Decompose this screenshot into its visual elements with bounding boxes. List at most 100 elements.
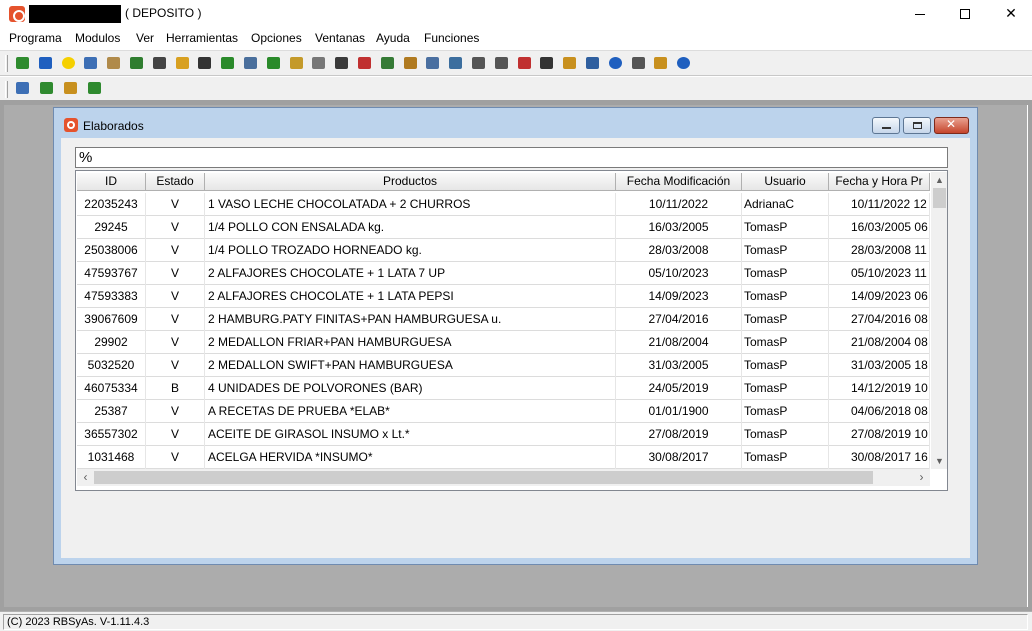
close-button[interactable]: ✕ — [988, 0, 1032, 29]
table-row[interactable]: 25038006 V 1/4 POLLO TROZADO HORNEADO kg. 2… — [77, 239, 930, 262]
app-icon[interactable] — [9, 6, 25, 22]
menu-ventanas[interactable]: Ventanas — [315, 31, 365, 45]
table-row[interactable]: 29245 V 1/4 POLLO CON ENSALADA kg. 16/03/20… — [77, 216, 930, 239]
chip-icon[interactable] — [37, 79, 55, 97]
child-minimize-button[interactable] — [872, 117, 900, 134]
list-icon[interactable] — [401, 54, 419, 72]
documents-icon[interactable] — [173, 54, 191, 72]
table-row[interactable]: 36557302 V ACEITE DE GIRASOL INSUMO x Lt.*… — [77, 423, 930, 446]
menu-opciones[interactable]: Opciones — [251, 31, 302, 45]
col-id-cell: 29902 — [77, 331, 146, 354]
notepad-icon[interactable] — [629, 54, 647, 72]
table-icon[interactable] — [537, 54, 555, 72]
clipboard-icon[interactable] — [309, 54, 327, 72]
cabinet-icon[interactable] — [104, 54, 122, 72]
calculator-icon[interactable] — [355, 54, 373, 72]
col-estado-cell: V — [146, 423, 205, 446]
col-fecha-modificacion-cell: 28/03/2008 — [616, 239, 742, 262]
col-usuario-cell: TomasP — [742, 262, 829, 285]
col-id-header[interactable]: ID — [77, 173, 146, 191]
table-icon-glyph — [540, 57, 554, 69]
dotted-grid-icon[interactable] — [492, 54, 510, 72]
menu-ver[interactable]: Ver — [136, 31, 154, 45]
basket-icon[interactable] — [287, 54, 305, 72]
status-text: (C) 2023 RBSyAs. V-1.11.4.3 — [3, 614, 1028, 630]
report-icon-glyph — [449, 57, 463, 69]
col-estado-cell: V — [146, 239, 205, 262]
col-fecha-hora-header[interactable]: Fecha y Hora Pr — [829, 173, 930, 191]
table-row[interactable]: 5032520 V 2 MEDALLON SWIFT+PAN HAMBURGUESA… — [77, 354, 930, 377]
col-fecha-modificacion-cell: 21/08/2004 — [616, 331, 742, 354]
notepad-icon-glyph — [631, 57, 645, 69]
form-icon[interactable] — [81, 54, 99, 72]
windows-icon[interactable] — [583, 54, 601, 72]
col-estado-cell: V — [146, 446, 205, 469]
runner-icon[interactable] — [36, 54, 54, 72]
grid-icon[interactable] — [195, 54, 213, 72]
package-icon[interactable] — [560, 54, 578, 72]
truck-icon[interactable] — [469, 54, 487, 72]
windows-icon-glyph — [586, 57, 599, 69]
horizontal-scrollbar[interactable]: ‹ › — [77, 469, 930, 486]
col-estado-cell: V — [146, 216, 205, 239]
shop-icon[interactable] — [332, 54, 350, 72]
info-icon[interactable] — [606, 54, 624, 72]
child-close-button[interactable]: ✕ — [934, 117, 969, 134]
table-row[interactable]: 22035243 V 1 VASO LECHE CHOCOLATADA + 2 CH… — [77, 193, 930, 216]
col-usuario-cell: AdrianaC — [742, 193, 829, 216]
menu-modulos[interactable]: Modulos — [75, 31, 120, 45]
col-usuario-cell: TomasP — [742, 216, 829, 239]
money-bag-icon[interactable] — [127, 54, 145, 72]
col-productos-cell: 1 VASO LECHE CHOCOLATADA + 2 CHURROS — [205, 193, 616, 216]
search-input[interactable]: % — [75, 147, 948, 168]
col-fecha-modificacion-header[interactable]: Fecha Modificación — [616, 173, 742, 191]
col-usuario-header[interactable]: Usuario — [742, 173, 829, 191]
toolbar-grip[interactable] — [5, 55, 8, 72]
menu-programa[interactable]: Programa — [9, 31, 62, 45]
register-icon[interactable] — [378, 54, 396, 72]
device-icon[interactable] — [241, 54, 259, 72]
network-icon[interactable] — [515, 54, 533, 72]
transfer-icon[interactable] — [651, 54, 669, 72]
table-row[interactable]: 46075334 B 4 UNIDADES DE POLVORONES (BAR) 2… — [77, 377, 930, 400]
calendar-icon[interactable] — [13, 79, 31, 97]
table-row[interactable]: 47593767 V 2 ALFAJORES CHOCOLATE + 1 LATA … — [77, 262, 930, 285]
menu-funciones[interactable]: Funciones — [424, 31, 479, 45]
arrow-right-icon[interactable] — [264, 54, 282, 72]
table-row[interactable]: 25387 V A RECETAS DE PRUEBA *ELAB* 01/01/19… — [77, 400, 930, 423]
lines-icon[interactable] — [61, 79, 79, 97]
table-row[interactable]: 1031468 V ACELGA HERVIDA *INSUMO* 30/08/201… — [77, 446, 930, 469]
table-row[interactable]: 47593383 V 2 ALFAJORES CHOCOLATE + 1 LATA … — [77, 285, 930, 308]
maximize-button[interactable] — [942, 0, 988, 29]
help-icon[interactable] — [674, 54, 692, 72]
chip-icon-glyph — [40, 82, 53, 94]
modules-icon[interactable] — [13, 54, 31, 72]
horizontal-scroll-thumb[interactable] — [94, 471, 873, 484]
col-estado-cell: V — [146, 400, 205, 423]
minimize-button[interactable] — [897, 0, 943, 29]
scroll-up-arrow-icon[interactable]: ▲ — [931, 172, 947, 188]
window-icon[interactable] — [64, 118, 78, 132]
col-estado-header[interactable]: Estado — [146, 173, 205, 191]
arrow-left-icon[interactable] — [218, 54, 236, 72]
menu-ayuda[interactable]: Ayuda — [376, 31, 410, 45]
scroll-down-arrow-icon[interactable]: ▼ — [931, 453, 947, 469]
table-row[interactable]: 29902 V 2 MEDALLON FRIAR+PAN HAMBURGUESA 21… — [77, 331, 930, 354]
vertical-scroll-thumb[interactable] — [933, 188, 946, 208]
scroll-right-arrow-icon[interactable]: › — [913, 469, 930, 486]
child-restore-button[interactable] — [903, 117, 931, 134]
exit-door-icon[interactable] — [85, 79, 103, 97]
vertical-scrollbar[interactable]: ▲ ▼ — [931, 172, 947, 469]
scroll-left-arrow-icon[interactable]: ‹ — [77, 469, 94, 486]
col-id-cell: 29245 — [77, 216, 146, 239]
col-productos-header[interactable]: Productos — [205, 173, 616, 191]
gear-document-icon[interactable] — [423, 54, 441, 72]
col-usuario-cell: TomasP — [742, 354, 829, 377]
smiley-icon[interactable] — [59, 54, 77, 72]
table-row[interactable]: 39067609 V 2 HAMBURG.PATY FINITAS+PAN HAMB… — [77, 308, 930, 331]
toolbar-grip[interactable] — [5, 81, 8, 98]
report-icon[interactable] — [446, 54, 464, 72]
menu-herramientas[interactable]: Herramientas — [166, 31, 238, 45]
bank-icon[interactable] — [150, 54, 168, 72]
col-fecha-modificacion-cell: 01/01/1900 — [616, 400, 742, 423]
